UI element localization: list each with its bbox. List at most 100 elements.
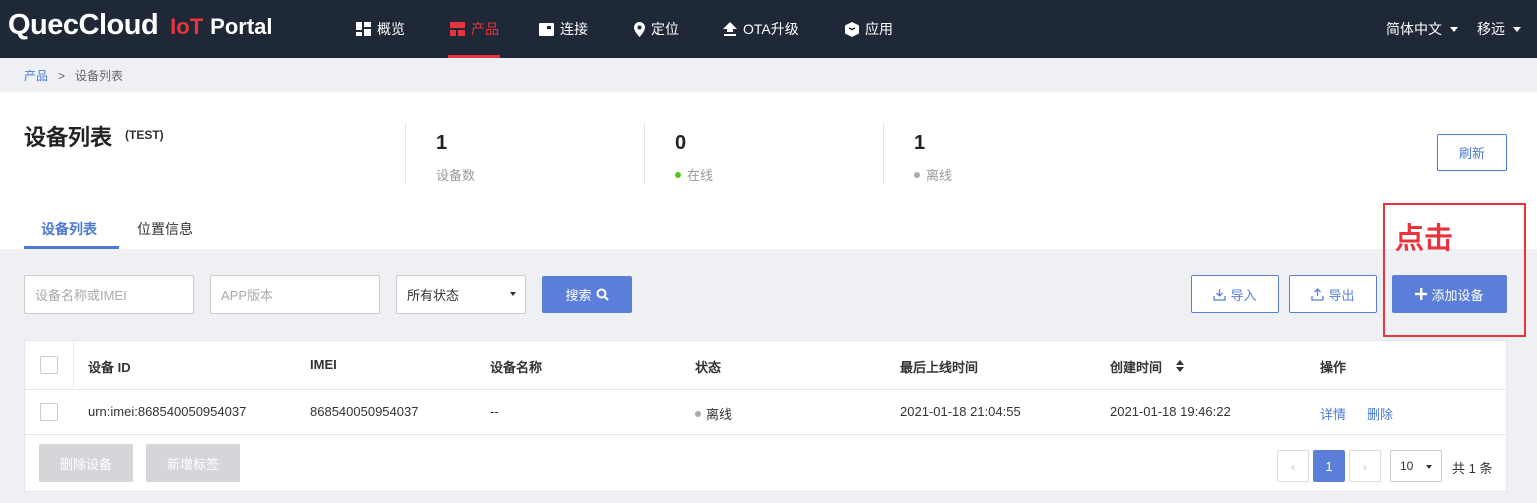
stat-offline-count: 1 bbox=[914, 132, 926, 154]
nav-item-label: 应用 bbox=[865, 21, 893, 37]
offline-status-dot bbox=[914, 171, 920, 178]
table-header-divider bbox=[25, 389, 1506, 390]
details-link[interactable]: 详情 bbox=[1320, 404, 1346, 423]
table-row-divider bbox=[25, 434, 1506, 435]
column-header-last-online: 最后上线时间 bbox=[900, 360, 979, 375]
dashboard-icon bbox=[356, 22, 371, 36]
page-size-select[interactable]: 10 bbox=[1390, 450, 1442, 482]
connection-icon bbox=[539, 22, 554, 36]
page-1-button[interactable]: 1 bbox=[1313, 450, 1345, 482]
nav-item-apps[interactable]: 应用 bbox=[845, 0, 893, 58]
user-menu[interactable]: 移远 bbox=[1477, 0, 1521, 58]
cell-device-name: -- bbox=[490, 404, 499, 419]
stat-online-label: 在线 bbox=[675, 165, 713, 184]
tab-location-info[interactable]: 位置信息 bbox=[137, 219, 193, 239]
stat-label-text: 离线 bbox=[926, 168, 953, 183]
breadcrumb-separator: > bbox=[58, 68, 66, 83]
cell-device-id: urn:imei:868540050954037 bbox=[88, 404, 247, 419]
column-header-imei: IMEI bbox=[310, 357, 337, 372]
sort-icon[interactable] bbox=[1176, 360, 1184, 372]
header-panel bbox=[0, 92, 1537, 249]
column-header-device-name: 设备名称 bbox=[490, 360, 543, 375]
stat-device-label: 设备数 bbox=[436, 165, 475, 184]
nav-item-ota[interactable]: OTA升级 bbox=[723, 0, 799, 58]
nav-item-label: 定位 bbox=[651, 21, 679, 37]
search-button-label: 搜索 bbox=[565, 288, 592, 303]
app-version-input[interactable]: APP版本 bbox=[210, 275, 380, 314]
cell-created-time: 2021-01-18 19:46:22 bbox=[1110, 404, 1231, 419]
search-button[interactable]: 搜索 bbox=[542, 276, 632, 313]
stat-label-text: 设备数 bbox=[436, 168, 476, 183]
cell-status-text: 离线 bbox=[706, 407, 733, 422]
nav-item-label: 连接 bbox=[560, 21, 588, 37]
active-tab-indicator bbox=[24, 246, 119, 249]
delete-devices-button[interactable]: 删除设备 bbox=[39, 444, 133, 482]
breadcrumb-current: 设备列表 bbox=[75, 69, 124, 83]
upload-arrow-icon bbox=[723, 22, 737, 36]
online-status-dot bbox=[675, 171, 681, 178]
prev-page-button[interactable]: ‹ bbox=[1277, 450, 1309, 482]
product-key-label: (TEST) bbox=[125, 128, 164, 142]
user-name: 移远 bbox=[1477, 21, 1505, 37]
nav-item-label: OTA升级 bbox=[743, 21, 799, 37]
add-tag-button[interactable]: 新增标签 bbox=[146, 444, 240, 482]
total-count: 共 1 条 bbox=[1452, 461, 1493, 476]
nav-item-label: 概览 bbox=[377, 21, 405, 37]
nav-item-connection[interactable]: 连接 bbox=[539, 0, 588, 58]
next-page-button[interactable]: › bbox=[1349, 450, 1381, 482]
app-cube-icon bbox=[845, 21, 859, 37]
chevron-down-icon bbox=[1450, 26, 1458, 32]
device-search-input[interactable]: 设备名称或IMEI bbox=[24, 275, 194, 314]
column-header-actions: 操作 bbox=[1320, 360, 1347, 375]
logo-iot-text: IoT bbox=[170, 14, 204, 39]
annotation-click-text: 点击 bbox=[1395, 223, 1454, 255]
column-header-device-id: 设备 ID bbox=[88, 360, 131, 375]
status-select[interactable]: 所有状态 bbox=[396, 275, 526, 314]
nav-item-overview[interactable]: 概览 bbox=[356, 0, 405, 58]
logo[interactable]: QuecCloud IoT Portal bbox=[8, 9, 273, 49]
stat-device-count: 1 bbox=[436, 132, 448, 154]
chevron-down-icon bbox=[1513, 26, 1521, 32]
stat-online-count: 0 bbox=[675, 132, 687, 154]
product-icon bbox=[450, 22, 465, 36]
import-icon bbox=[1213, 288, 1227, 301]
language-selector[interactable]: 简体中文 bbox=[1386, 0, 1458, 58]
top-nav-bar: QuecCloud IoT Portal 概览 产品 连接 定位 OTA升级 应… bbox=[0, 0, 1537, 58]
offline-status-dot bbox=[695, 410, 701, 417]
stat-divider bbox=[644, 123, 645, 184]
tab-device-list[interactable]: 设备列表 bbox=[41, 219, 97, 239]
location-pin-icon bbox=[634, 21, 645, 37]
nav-item-label: 产品 bbox=[471, 21, 499, 37]
search-icon bbox=[596, 288, 609, 301]
cell-status: 离线 bbox=[695, 404, 732, 423]
select-all-checkbox[interactable] bbox=[40, 356, 58, 374]
stat-divider bbox=[883, 123, 884, 184]
breadcrumb: 产品 > 设备列表 bbox=[24, 67, 123, 84]
row-checkbox[interactable] bbox=[40, 403, 58, 421]
status-select-value: 所有状态 bbox=[407, 288, 460, 303]
language-label: 简体中文 bbox=[1386, 21, 1442, 37]
export-button-label: 导出 bbox=[1328, 287, 1355, 303]
nav-item-product[interactable]: 产品 bbox=[448, 0, 500, 58]
export-button[interactable]: 导出 bbox=[1289, 275, 1377, 313]
chevron-down-icon bbox=[510, 292, 516, 296]
stat-label-text: 在线 bbox=[687, 168, 714, 183]
import-button-label: 导入 bbox=[1230, 287, 1257, 303]
nav-item-location[interactable]: 定位 bbox=[634, 0, 679, 58]
stat-offline-label: 离线 bbox=[914, 165, 952, 184]
refresh-button[interactable]: 刷新 bbox=[1437, 134, 1507, 171]
column-header-created-time[interactable]: 创建时间 bbox=[1110, 357, 1162, 376]
page-size-value: 10 bbox=[1400, 459, 1414, 473]
chevron-down-icon bbox=[1426, 465, 1432, 469]
logo-main-text: QuecCloud bbox=[8, 9, 159, 41]
export-icon bbox=[1311, 287, 1325, 301]
stat-divider bbox=[405, 123, 406, 184]
breadcrumb-product-link[interactable]: 产品 bbox=[24, 67, 48, 84]
page-title: 设备列表 bbox=[24, 125, 113, 150]
column-header-status: 状态 bbox=[695, 360, 722, 375]
logo-portal-text: Portal bbox=[210, 14, 273, 39]
delete-link[interactable]: 删除 bbox=[1367, 404, 1393, 423]
column-divider bbox=[73, 341, 74, 389]
import-button[interactable]: 导入 bbox=[1191, 275, 1279, 313]
cell-imei: 868540050954037 bbox=[310, 404, 419, 419]
